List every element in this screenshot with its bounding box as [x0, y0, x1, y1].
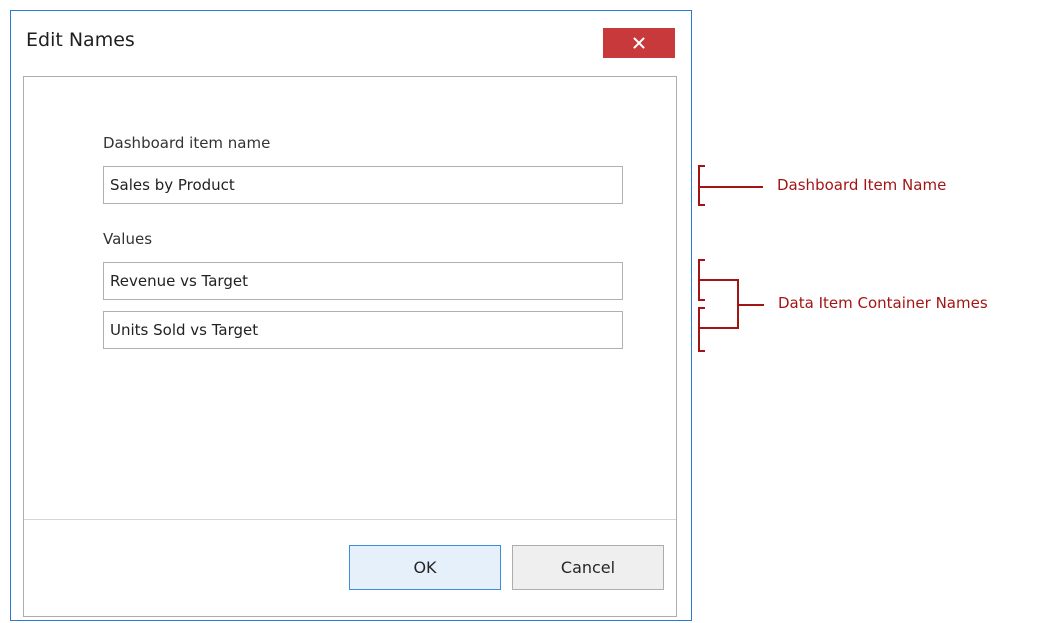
annotation-dashboard-item-name: Dashboard Item Name — [777, 176, 947, 194]
value-1-connector — [699, 279, 739, 305]
dashboard-item-bracket — [698, 165, 705, 206]
screenshot: Edit Names Dashboard item name Values OK… — [0, 0, 1048, 623]
annotation-data-item-container-names: Data Item Container Names — [778, 294, 988, 312]
value-2-bracket — [698, 307, 705, 352]
